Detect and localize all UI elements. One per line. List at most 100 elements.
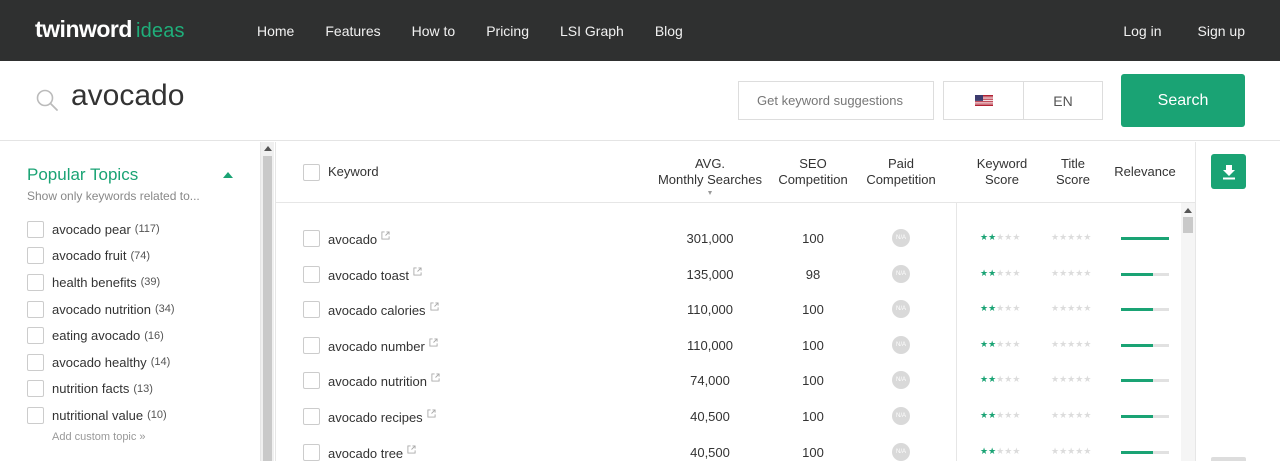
keyword-link[interactable]: avocado <box>328 231 390 247</box>
keyword-link[interactable]: avocado toast <box>328 267 422 283</box>
nav-pricing[interactable]: Pricing <box>486 23 529 39</box>
search-button[interactable]: Search <box>1121 74 1245 127</box>
external-link-icon[interactable] <box>407 445 416 454</box>
scroll-up-icon[interactable] <box>1184 208 1192 213</box>
external-link-icon[interactable] <box>427 409 436 418</box>
star-icon: ★ <box>996 445 1005 456</box>
external-link-icon[interactable] <box>381 231 390 240</box>
add-custom-topic-link[interactable]: Add custom topic » <box>52 431 146 443</box>
keyword-text: avocado toast <box>328 267 409 283</box>
star-icon: ★ <box>1067 267 1076 278</box>
login-link[interactable]: Log in <box>1123 23 1161 39</box>
monthly-searches-value: 40,500 <box>690 444 730 460</box>
header-paid-line1: Paid <box>887 156 915 171</box>
topic-checkbox[interactable] <box>27 406 44 424</box>
signup-link[interactable]: Sign up <box>1198 23 1245 39</box>
star-icon: ★ <box>1051 445 1060 456</box>
keyword-link[interactable]: avocado recipes <box>328 409 436 425</box>
star-icon: ★ <box>980 232 989 242</box>
header-relevance[interactable]: Relevance <box>1109 164 1181 180</box>
topic-checkbox[interactable] <box>27 273 44 291</box>
table-scrollbar[interactable] <box>1181 203 1195 461</box>
scrollbar-thumb[interactable] <box>1183 217 1193 233</box>
row-checkbox[interactable] <box>303 408 320 425</box>
table-row[interactable]: avocado number 110,000 100 N/A ★ ★ ★ ★ ★ ★ ★ ★ ★ ★ <box>276 328 1181 364</box>
topic-item[interactable]: avocado pear (117) <box>27 216 175 243</box>
brand-sub: ideas <box>135 20 185 42</box>
topic-item[interactable]: eating avocado (16) <box>27 322 175 349</box>
topic-checkbox[interactable] <box>27 327 44 345</box>
nav-lsi-graph[interactable]: LSI Graph <box>560 23 624 39</box>
star-icon: ★ <box>1012 410 1021 420</box>
star-icon: ★ <box>988 410 997 420</box>
nav-blog[interactable]: Blog <box>655 23 683 39</box>
brand-logo[interactable]: twinword ideas <box>35 16 185 42</box>
table-row[interactable]: avocado tree 40,500 100 N/A ★ ★ ★ ★ ★ ★ ★ ★ ★ ★ <box>276 435 1181 470</box>
topic-checkbox[interactable] <box>27 380 44 398</box>
export-panel <box>1195 142 1280 461</box>
external-link-icon[interactable] <box>431 373 440 382</box>
table-row[interactable]: avocado 301,000 100 N/A ★ ★ ★ ★ ★ ★ ★ ★ ★ ★ <box>276 221 1181 257</box>
scroll-up-icon[interactable] <box>264 146 272 151</box>
topic-checkbox[interactable] <box>27 220 44 238</box>
star-icon: ★ <box>1012 267 1021 278</box>
keyword-link[interactable]: avocado number <box>328 338 438 354</box>
row-checkbox[interactable] <box>303 230 320 247</box>
select-all-checkbox[interactable] <box>303 164 320 181</box>
external-link-icon[interactable] <box>429 338 438 347</box>
topic-checkbox[interactable] <box>27 353 44 371</box>
table-row[interactable]: avocado recipes 40,500 100 N/A ★ ★ ★ ★ ★ ★ ★ ★ ★ ★ <box>276 399 1181 435</box>
topic-checkbox[interactable] <box>27 300 44 318</box>
main-nav: Home Features How to Pricing LSI Graph B… <box>257 0 714 61</box>
sidebar-scrollbar[interactable] <box>260 142 274 461</box>
nav-features[interactable]: Features <box>325 23 380 39</box>
table-row[interactable]: avocado toast 135,000 98 N/A ★ ★ ★ ★ ★ ★ ★ ★ ★ ★ <box>276 257 1181 293</box>
keyword-link[interactable]: avocado calories <box>328 302 439 318</box>
seo-competition-value: 100 <box>802 231 824 246</box>
star-icon: ★ <box>988 338 997 349</box>
topic-item[interactable]: avocado healthy (14) <box>27 349 175 376</box>
download-button[interactable] <box>1211 154 1246 189</box>
keyword-input[interactable] <box>71 79 671 113</box>
external-link-icon[interactable] <box>430 302 439 311</box>
language-select[interactable]: EN <box>1023 81 1103 120</box>
topic-item[interactable]: avocado fruit (74) <box>27 243 175 270</box>
header-keyword[interactable]: Keyword <box>328 164 379 180</box>
keyword-link[interactable]: avocado tree <box>328 445 416 461</box>
collapse-caret-icon[interactable] <box>223 172 233 178</box>
scrollbar-thumb[interactable] <box>263 156 272 461</box>
star-icon: ★ <box>996 303 1005 314</box>
row-checkbox[interactable] <box>303 336 320 354</box>
topic-count: (14) <box>150 356 171 369</box>
country-select[interactable] <box>943 81 1024 120</box>
nav-how-to[interactable]: How to <box>412 23 456 39</box>
row-checkbox[interactable] <box>303 301 320 319</box>
side-tab[interactable] <box>1211 457 1246 461</box>
row-checkbox[interactable] <box>303 372 320 390</box>
table-row[interactable]: avocado calories 110,000 100 N/A ★ ★ ★ ★ ★ ★ ★ ★ ★ ★ <box>276 292 1181 328</box>
topic-item[interactable]: nutritional value (10) <box>27 402 175 429</box>
topic-checkbox[interactable] <box>27 247 44 265</box>
header-title-score[interactable]: Title Score <box>1048 156 1098 188</box>
row-checkbox[interactable] <box>303 265 320 283</box>
star-icon: ★ <box>1067 410 1076 420</box>
external-link-icon[interactable] <box>413 267 422 276</box>
star-icon: ★ <box>988 374 997 385</box>
header-seo-competition[interactable]: SEO Competition <box>773 156 853 188</box>
topic-count: (13) <box>133 382 153 395</box>
header-paid-competition[interactable]: Paid Competition <box>861 156 941 188</box>
star-icon: ★ <box>1012 303 1021 314</box>
star-icon: ★ <box>980 338 989 349</box>
header-monthly-searches[interactable]: AVG. Monthly Searches <box>656 156 764 188</box>
topic-item[interactable]: nutrition facts (13) <box>27 376 175 403</box>
sort-desc-icon[interactable] <box>708 191 712 195</box>
nav-home[interactable]: Home <box>257 23 294 39</box>
table-row[interactable]: avocado nutrition 74,000 100 N/A ★ ★ ★ ★ ★ ★ ★ ★ ★ ★ <box>276 363 1181 399</box>
row-checkbox[interactable] <box>303 443 320 461</box>
topic-item[interactable]: health benefits (39) <box>27 269 175 296</box>
keyword-link[interactable]: avocado nutrition <box>328 373 440 389</box>
header-keyword-score[interactable]: Keyword Score <box>967 156 1037 188</box>
topic-item[interactable]: avocado nutrition (34) <box>27 296 175 323</box>
suggest-input[interactable] <box>738 81 934 120</box>
star-icon: ★ <box>1083 267 1092 278</box>
